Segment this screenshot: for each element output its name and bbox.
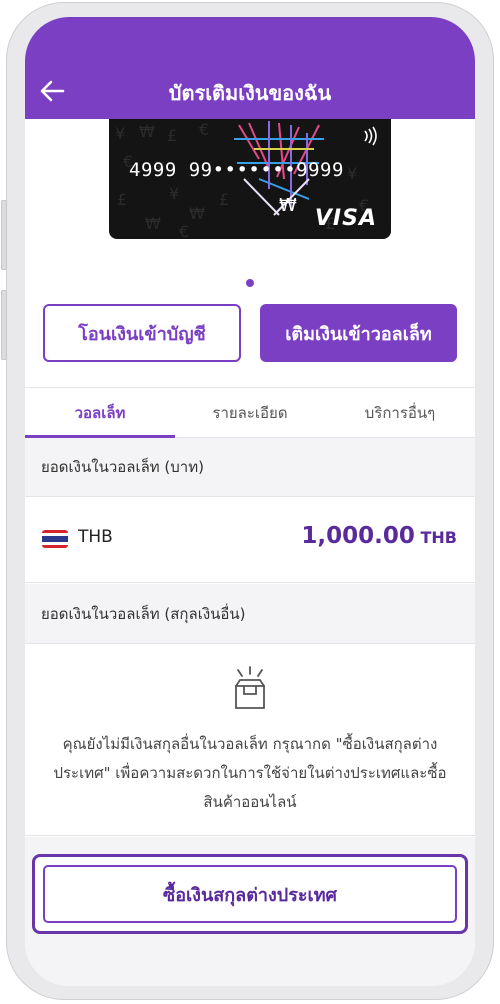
tab-other-services[interactable]: บริการอื่นๆ (325, 388, 475, 437)
tab-details[interactable]: รายละเอียด (175, 388, 325, 437)
transfer-to-account-button[interactable]: โอนเงินเข้าบัญชี (43, 304, 241, 362)
svg-text:€: € (199, 120, 209, 139)
buy-button-focus-ring: ซื้อเงินสกุลต่างประเทศ (32, 854, 468, 934)
balance-amount: 1,000.00 THB (301, 523, 457, 549)
visa-logo: VISA (314, 206, 377, 231)
buy-foreign-currency-button[interactable]: ซื้อเงินสกุลต่างประเทศ (43, 865, 457, 923)
carousel-indicator (246, 279, 254, 287)
svg-text:¥: ¥ (115, 124, 125, 143)
thb-wallet-heading: ยอดเงินในวอลเล็ท (บาท) (25, 438, 475, 497)
svg-text:€: € (179, 222, 189, 239)
prepaid-card[interactable]: ¥ ₩ £ € € ¥ ₩ £ £ ₩ ¥ € ¥ € £ ₩ 4999 99•••••••9999 … (109, 119, 391, 239)
thb-balance-row: THB 1,000.00 THB (25, 497, 475, 583)
svg-text:¥: ¥ (169, 184, 179, 203)
svg-text:₩: ₩ (279, 195, 297, 216)
phone-side-button (1, 290, 7, 360)
currency-code: THB (78, 527, 113, 547)
svg-text:£: £ (117, 190, 127, 209)
bottom-action-area: ซื้อเงินสกุลต่างประเทศ (25, 837, 475, 986)
svg-text:₩: ₩ (145, 214, 161, 233)
contactless-icon (364, 126, 377, 146)
svg-text:₩: ₩ (139, 122, 155, 141)
foreign-wallet-heading: ยอดเงินในวอลเล็ท (สกุลเงินอื่น) (25, 584, 475, 644)
balance-value: 1,000.00 (301, 523, 415, 549)
thailand-flag-icon (42, 530, 68, 548)
svg-text:¥: ¥ (347, 164, 357, 183)
empty-box-icon (235, 666, 265, 709)
tab-wallet[interactable]: วอลเล็ท (25, 388, 175, 438)
app-screen: บัตรเติมเงินของฉัน ¥ ₩ £ € € ¥ ₩ £ £ ₩ ¥ € ¥ € £ ₩ … (25, 17, 475, 986)
tab-bar: วอลเล็ท รายละเอียด บริการอื่นๆ (25, 388, 475, 438)
card-number: 4999 99•••••••9999 (129, 159, 344, 181)
svg-text:£: £ (219, 190, 229, 209)
svg-text:£: £ (167, 126, 177, 145)
page-title: บัตรเติมเงินของฉัน (168, 81, 332, 105)
empty-state-message: คุณยังไม่มีเงินสกุลอื่นในวอลเล็ท กรุณากด… (53, 735, 447, 811)
balance-currency: THB (420, 528, 458, 547)
app-header: บัตรเติมเงินของฉัน (25, 17, 475, 119)
svg-text:₩: ₩ (189, 204, 205, 223)
topup-wallet-button[interactable]: เติมเงินเข้าวอลเล็ท (260, 304, 457, 362)
foreign-wallet-empty-state: คุณยังไม่มีเงินสกุลอื่นในวอลเล็ท กรุณากด… (25, 644, 475, 836)
phone-side-button (1, 200, 7, 270)
